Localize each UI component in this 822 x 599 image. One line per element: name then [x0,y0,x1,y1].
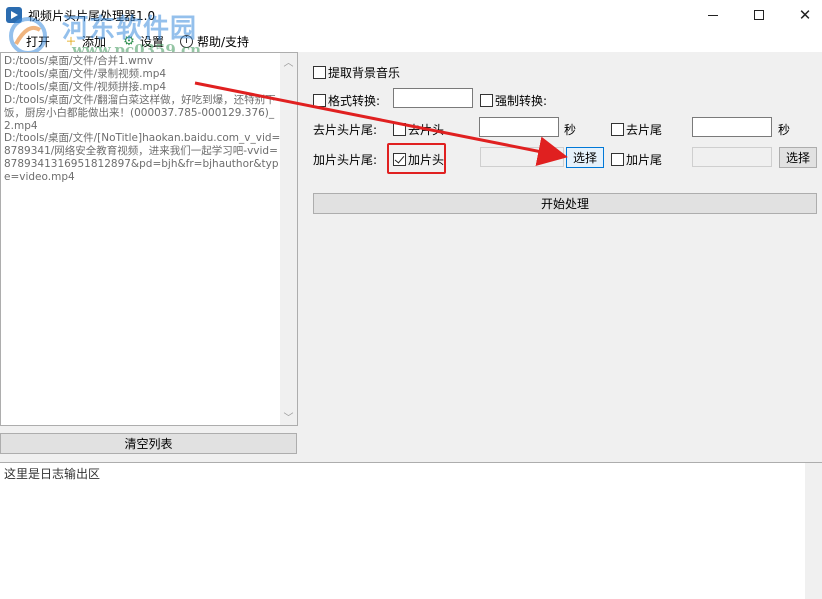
remove-head-seconds-input[interactable] [479,117,559,137]
remove-head-label: 去片头 [408,123,445,137]
menu-open[interactable]: 打开 [26,32,50,50]
format-convert-label: 格式转换: [328,94,381,108]
force-convert-option[interactable]: 强制转换: [480,92,547,109]
remove-head-checkbox[interactable] [393,123,406,136]
menu-help-label: 帮助/支持 [197,34,250,49]
remove-tail-label: 去片尾 [626,123,663,137]
add-tail-label: 加片尾 [626,153,663,167]
remove-head-option[interactable]: 去片头 [393,121,444,138]
menu-help[interactable]: i 帮助/支持 [180,32,249,50]
choose-tail-button[interactable]: 选择 [779,147,817,168]
seconds-label: 秒 [778,123,791,137]
file-list-items: D:/tools/桌面/文件/合并1.wmv D:/tools/桌面/文件/录制… [4,55,282,184]
extract-music-option[interactable]: 提取背景音乐 [313,64,400,81]
add-tail-option[interactable]: 加片尾 [611,151,662,168]
minimize-icon [708,14,718,16]
format-convert-checkbox[interactable] [313,94,326,107]
maximize-icon [754,10,764,20]
menu-add[interactable]: ＋ 添加 [64,32,107,50]
seconds-label: 秒 [564,123,577,137]
app-icon [6,7,22,23]
info-icon: i [180,34,193,48]
start-button[interactable]: 开始处理 [313,193,817,214]
highlight-box [387,143,446,174]
scroll-up-icon[interactable]: ︿ [280,53,297,70]
log-area[interactable]: 这里是日志输出区 [0,462,822,599]
list-item[interactable]: D:/tools/桌面/文件/翻溜白菜这样做，好吃到爆，还特别下饭，厨房小白都能… [4,94,282,133]
menu-settings[interactable]: ⚙ 设置 [122,32,164,50]
remove-row-label: 去片头片尾: [313,123,378,137]
remove-tail-checkbox[interactable] [611,123,624,136]
add-row-label: 加片头片尾: [313,153,378,167]
menu-bar: 打开 ＋ 添加 ⚙ 设置 i 帮助/支持 [0,30,822,52]
remove-tail-seconds-input[interactable] [692,117,772,137]
format-convert-option[interactable]: 格式转换: [313,92,380,109]
remove-tail-option[interactable]: 去片尾 [611,121,662,138]
log-scrollbar[interactable] [805,463,822,599]
add-icon: ＋ [65,35,77,48]
close-button[interactable]: ✕ [782,0,822,30]
choose-head-button[interactable]: 选择 [566,147,604,168]
title-bar: 视频片头片尾处理器1.0 ✕ [0,0,822,30]
list-item[interactable]: D:/tools/桌面/文件/[NoTitle]haokan.baidu.com… [4,132,282,184]
list-item[interactable]: D:/tools/桌面/文件/合并1.wmv [4,55,282,68]
add-tail-checkbox[interactable] [611,153,624,166]
menu-settings-label: 设置 [140,34,165,49]
extract-music-checkbox[interactable] [313,66,326,79]
minimize-button[interactable] [690,0,736,30]
list-item[interactable]: D:/tools/桌面/文件/视频拼接.mp4 [4,81,282,94]
file-list-scrollbar[interactable]: ︿ ﹀ [280,53,297,425]
list-item[interactable]: D:/tools/桌面/文件/录制视频.mp4 [4,68,282,81]
menu-add-label: 添加 [82,34,107,49]
window-title: 视频片头片尾处理器1.0 [28,9,156,23]
force-convert-checkbox[interactable] [480,94,493,107]
log-placeholder: 这里是日志输出区 [4,467,101,481]
scroll-down-icon[interactable]: ﹀ [280,408,297,425]
maximize-button[interactable] [736,0,782,30]
close-icon: ✕ [798,6,812,24]
extract-music-label: 提取背景音乐 [328,66,401,80]
format-input[interactable] [393,88,473,108]
clear-list-button[interactable]: 清空列表 [0,433,297,454]
gear-icon: ⚙ [123,33,135,49]
add-tail-file-input[interactable] [692,147,772,167]
file-list[interactable]: D:/tools/桌面/文件/合并1.wmv D:/tools/桌面/文件/录制… [0,52,298,426]
menu-open-label: 打开 [26,34,51,49]
force-convert-label: 强制转换: [495,94,548,108]
add-head-file-input[interactable] [480,147,564,167]
